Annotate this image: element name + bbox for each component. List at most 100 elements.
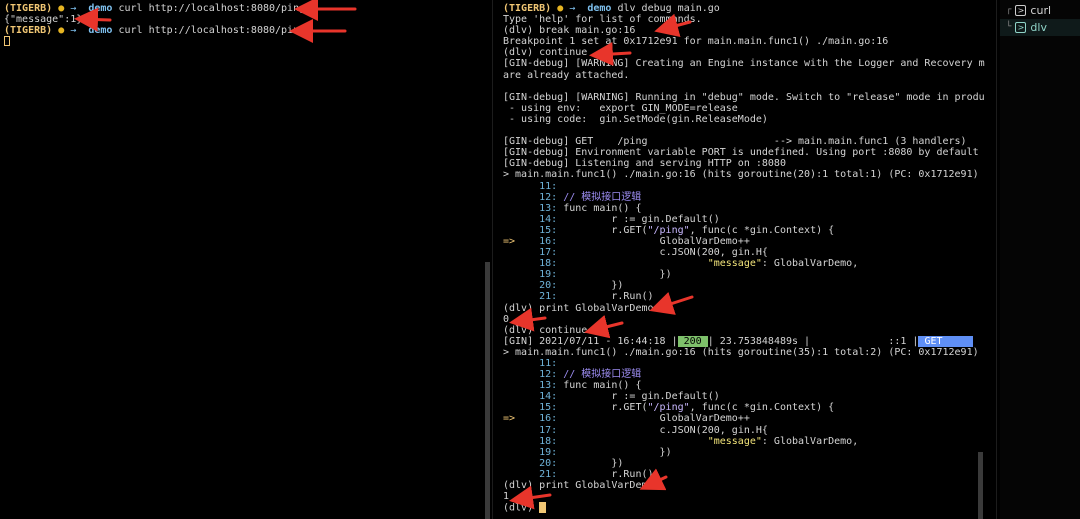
line-number: 20: — [539, 457, 558, 469]
terminal-output: [GIN-debug] GET /ping --> main.main.func… — [503, 136, 967, 148]
code-text: GlobalVarDemo++ — [659, 235, 750, 247]
dir-label: demo — [88, 25, 113, 37]
code-text: r.GET( — [611, 402, 648, 414]
code-line: 19: }) — [495, 447, 985, 458]
tree-connector: ┌ — [1006, 5, 1012, 15]
code-text: }) — [659, 269, 672, 281]
code-line-current: => 16: GlobalVarDemo++ — [495, 413, 985, 424]
code-text: }) — [659, 446, 672, 458]
code-text: : GlobalVarDemo, — [761, 258, 859, 270]
command-text: curl http://localhost:8080/ping — [118, 3, 306, 14]
terminal-output: are already attached. — [503, 69, 630, 81]
code-line: 13: func main() { — [495, 380, 985, 391]
terminal-output — [495, 125, 985, 136]
line-number: 17: — [539, 247, 558, 259]
code-text: r.Run() — [611, 468, 654, 480]
dlv-command: (dlv) print GlobalVarDemo — [503, 480, 654, 492]
tab-label: curl — [1030, 4, 1052, 17]
prompt-label: (TIGERB) — [4, 3, 53, 14]
terminal-line: (TIGERB) ● → demo curl http://localhost:… — [0, 3, 490, 14]
line-number: 16: — [539, 235, 558, 247]
code-text: c.JSON(200, gin.H{ — [659, 424, 768, 436]
line-number: 20: — [539, 280, 558, 292]
line-number: 12: — [539, 191, 558, 203]
code-line: 21: r.Run() — [495, 469, 985, 480]
command-text: dlv debug main.go — [617, 3, 720, 14]
code-line: 13: func main() { — [495, 203, 985, 214]
code-line: 19: }) — [495, 269, 985, 280]
line-number: 11: — [539, 180, 558, 192]
code-text: c.JSON(200, gin.H{ — [659, 247, 768, 259]
code-line: 11: — [495, 358, 985, 369]
code-line: 12: // 模拟接口逻辑 — [495, 192, 985, 203]
tree-connector: └ — [1006, 22, 1012, 33]
right-terminal-pane[interactable]: (TIGERB) ● → demo dlv debug main.go Type… — [495, 0, 985, 519]
line-number: 14: — [539, 391, 558, 403]
gin-log-path: "/ping" — [973, 336, 986, 347]
line-number: 19: — [539, 446, 558, 458]
code-key: "message" — [707, 435, 762, 447]
terminal-output: [GIN-debug] [WARNING] Creating an Engine… — [503, 58, 985, 70]
code-line: 21: r.Run() — [495, 291, 985, 302]
tab-curl[interactable]: ┌ > curl — [1000, 2, 1080, 19]
pane-divider[interactable] — [492, 0, 493, 519]
code-line: 14: r := gin.Default() — [495, 391, 985, 402]
dlv-command: (dlv) break main.go:16 — [503, 25, 636, 37]
dlv-input-line[interactable]: (dlv) — [495, 502, 985, 514]
line-number: 21: — [539, 468, 558, 480]
cursor — [4, 36, 10, 47]
scrollbar[interactable] — [485, 262, 490, 519]
emoji-icon: ● — [58, 3, 65, 14]
line-number: 18: — [539, 435, 558, 447]
left-terminal-pane[interactable]: (TIGERB) ● → demo curl http://localhost:… — [0, 0, 490, 519]
terminal-line: (TIGERB) ● → demo curl http://localhost:… — [0, 25, 490, 36]
command-text: curl http://localhost:8080/ping — [118, 25, 306, 37]
terminal-output: 0 — [503, 313, 510, 325]
line-number: 19: — [539, 269, 558, 281]
scrollbar[interactable] — [978, 452, 983, 519]
terminal-output: > main.main.func1() ./main.go:16 (hits g… — [503, 346, 979, 358]
dir-label: demo — [88, 3, 113, 14]
code-text: }) — [611, 280, 624, 292]
code-comment: // 模拟接口逻辑 — [563, 369, 642, 381]
code-comment: // 模拟接口逻辑 — [563, 191, 642, 203]
terminal-output: {"message":1} — [0, 14, 490, 25]
gin-log-middle: | 23.753848489s | ::1 | — [707, 335, 919, 347]
terminal-output: [GIN-debug] [WARNING] Running in "debug"… — [503, 91, 985, 103]
terminal-output — [495, 81, 985, 92]
code-line: 14: r := gin.Default() — [495, 214, 985, 225]
code-text: GlobalVarDemo++ — [659, 413, 750, 425]
prompt-label: (TIGERB) — [503, 3, 552, 14]
code-text: , func(c *gin.Context) { — [689, 224, 835, 236]
gin-log-line: [GIN] 2021/07/11 - 16:44:18 | 200 | 23.7… — [495, 335, 986, 347]
code-line: 11: — [495, 181, 985, 192]
terminal-icon: > — [1015, 22, 1027, 34]
emoji-icon: ● — [557, 3, 564, 14]
tab-label: dlv — [1030, 21, 1047, 35]
code-line: 17: c.JSON(200, gin.H{ — [495, 425, 985, 436]
emoji-icon: ● — [58, 25, 65, 37]
arrow-icon: → — [70, 3, 77, 14]
line-number: 13: — [539, 380, 558, 392]
code-line: 18: "message": GlobalVarDemo, — [495, 258, 985, 269]
code-line: 20: }) — [495, 458, 985, 469]
code-text: func main() { — [563, 202, 642, 214]
terminal-input-line[interactable] — [0, 36, 490, 47]
line-number: 13: — [539, 202, 558, 214]
terminal-output: 1 — [503, 491, 510, 503]
code-text: r := gin.Default() — [611, 391, 720, 403]
pane-divider[interactable] — [996, 0, 997, 519]
line-number: 11: — [539, 358, 558, 369]
terminal-output: Type 'help' for list of commands. — [503, 14, 702, 26]
cursor — [539, 502, 547, 514]
line-number: 12: — [539, 369, 558, 381]
line-number: 18: — [539, 258, 558, 270]
dlv-command: (dlv) continue — [503, 47, 588, 59]
code-text: r := gin.Default() — [611, 213, 720, 225]
output-text: {"message":1} — [4, 14, 83, 26]
terminal-icon: > — [1015, 5, 1027, 17]
gin-log-prefix: [GIN] 2021/07/11 - 16:44:18 | — [503, 335, 678, 347]
code-line: 20: }) — [495, 280, 985, 291]
line-number: 14: — [539, 213, 558, 225]
tab-dlv[interactable]: └ > dlv — [1000, 19, 1080, 37]
